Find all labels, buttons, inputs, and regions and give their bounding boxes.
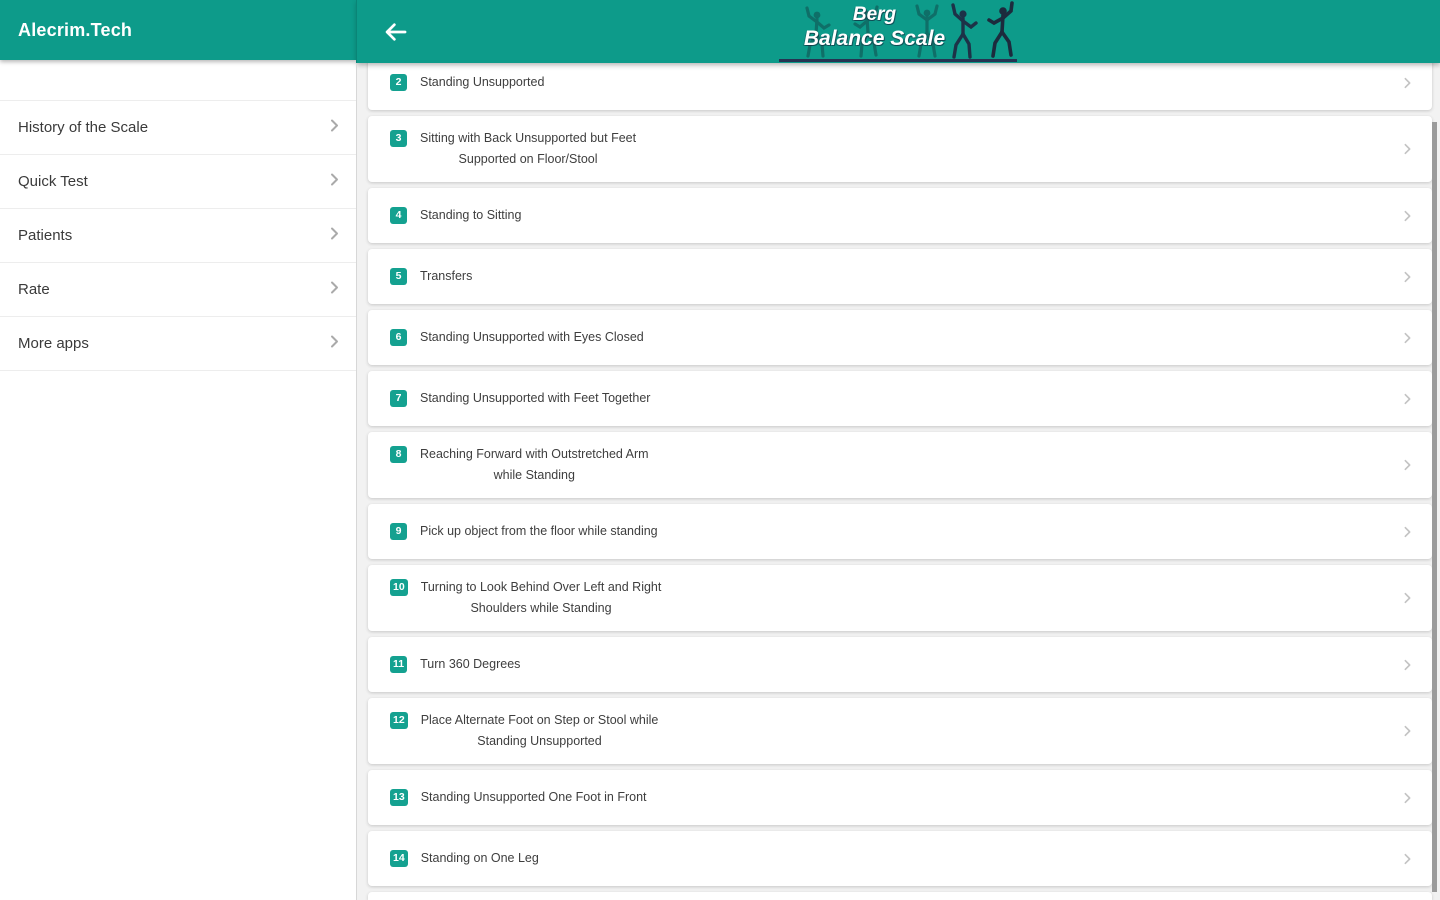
chevron-right-icon	[327, 172, 342, 191]
chevron-right-icon	[1401, 331, 1414, 344]
sidebar-item-label: Quick Test	[18, 173, 88, 190]
item-number-badge: 4	[390, 207, 407, 224]
back-button[interactable]	[378, 14, 413, 49]
chevron-right-icon	[327, 118, 342, 137]
chevron-right-icon	[1401, 270, 1414, 283]
app-title: Alecrim.Tech	[18, 19, 133, 40]
list-item[interactable]: 9 Pick up object from the floor while st…	[368, 504, 1432, 559]
item-number-badge: 2	[390, 74, 407, 91]
item-number-badge: 6	[390, 329, 407, 346]
logo-title: Berg Balance Scale	[777, 4, 973, 51]
item-number-badge: 3	[390, 130, 407, 147]
sidebar-menu-item[interactable]: Patients	[0, 208, 356, 262]
main-pane: Berg Balance Scale 2 Standing Unsupporte…	[357, 0, 1440, 900]
chevron-right-icon	[327, 334, 342, 353]
list-item[interactable]: 3 Sitting with Back Unsupported but Feet…	[368, 116, 1432, 182]
item-list: 2 Standing Unsupported 3 Sitting with Ba…	[357, 63, 1440, 900]
chevron-right-icon	[1401, 791, 1414, 804]
item-number-badge: 12	[390, 712, 408, 729]
sidebar-menu-item[interactable]: Quick Test	[0, 154, 356, 208]
item-number-badge: 13	[390, 789, 408, 806]
item-label: Transfers	[420, 269, 473, 283]
chevron-right-icon	[327, 226, 342, 245]
sidebar-menu-item[interactable]: More apps	[0, 316, 356, 371]
chevron-right-icon	[1401, 592, 1414, 605]
logo-line2: Balance Scale	[803, 27, 946, 50]
chevron-right-icon	[1401, 852, 1414, 865]
scrollbar[interactable]	[1432, 122, 1437, 892]
sidebar-item-label: Rate	[18, 281, 50, 298]
list-item[interactable]: 2 Standing Unsupported	[368, 63, 1432, 110]
item-label: Standing Unsupported	[420, 75, 545, 89]
chevron-right-icon	[1401, 459, 1414, 472]
list-item[interactable]: 12 Place Alternate Foot on Step or Stool…	[368, 698, 1432, 764]
sidebar-menu-item[interactable]: History of the Scale	[0, 100, 356, 154]
logo-underline	[778, 59, 1017, 62]
app-logo: Berg Balance Scale	[777, 0, 1021, 63]
item-label: Standing Unsupported with Feet Together	[420, 391, 651, 405]
sidebar-header: Alecrim.Tech	[0, 0, 356, 60]
app-root: Alecrim.Tech History of the Scale Quick …	[0, 0, 1440, 900]
item-label: Pick up object from the floor while stan…	[420, 524, 658, 538]
sidebar-item-label: More apps	[18, 335, 89, 352]
item-label: Reaching Forward with Outstretched Arm w…	[420, 447, 649, 482]
item-label: Sitting with Back Unsupported but Feet S…	[420, 131, 637, 166]
item-number-badge: 8	[390, 446, 407, 463]
arrow-left-icon	[382, 22, 409, 48]
item-label: Standing on One Leg	[420, 851, 539, 865]
chevron-right-icon	[1401, 725, 1414, 738]
chevron-right-icon	[1401, 209, 1414, 222]
list-item[interactable]: 10 Turning to Look Behind Over Left and …	[368, 565, 1432, 631]
item-label: Standing to Sitting	[420, 208, 522, 222]
list-item[interactable]: 7 Standing Unsupported with Feet Togethe…	[368, 371, 1432, 426]
chevron-right-icon	[1401, 392, 1414, 405]
item-label: Turning to Look Behind Over Left and Rig…	[420, 580, 662, 615]
chevron-right-icon	[1401, 76, 1414, 89]
item-number-badge: 7	[390, 390, 407, 407]
sidebar-item-label: History of the Scale	[18, 119, 149, 136]
item-number-badge: 11	[390, 656, 408, 673]
main-header: Berg Balance Scale	[357, 0, 1440, 63]
sidebar: Alecrim.Tech History of the Scale Quick …	[0, 0, 356, 900]
chevron-right-icon	[1401, 143, 1414, 156]
item-number-badge: 9	[390, 523, 407, 540]
list-item[interactable]: 14 Standing on One Leg	[368, 831, 1432, 886]
list-item[interactable]: 6 Standing Unsupported with Eyes Closed	[368, 310, 1432, 365]
item-label: Place Alternate Foot on Step or Stool wh…	[420, 713, 659, 748]
list-item[interactable]: 8 Reaching Forward with Outstretched Arm…	[368, 432, 1432, 498]
header-divider	[356, 0, 357, 63]
list-item[interactable]: 4 Standing to Sitting	[368, 188, 1432, 243]
list-item[interactable]: 13 Standing Unsupported One Foot in Fron…	[368, 770, 1432, 825]
chevron-right-icon	[1401, 658, 1414, 671]
pane-divider	[356, 0, 357, 900]
chevron-right-icon	[327, 280, 342, 299]
item-number-badge: 5	[390, 268, 407, 285]
list-item-partial	[368, 892, 1432, 900]
item-label: Turn 360 Degrees	[420, 657, 521, 671]
item-number-badge: 10	[390, 579, 408, 596]
sidebar-menu: History of the Scale Quick Test Patients	[0, 100, 356, 371]
list-item[interactable]: 5 Transfers	[368, 249, 1432, 304]
chevron-right-icon	[1401, 525, 1414, 538]
sidebar-item-label: Patients	[18, 227, 73, 244]
item-label: Standing Unsupported with Eyes Closed	[420, 330, 644, 344]
logo-line1: Berg	[852, 4, 897, 25]
item-label: Standing Unsupported One Foot in Front	[420, 790, 647, 804]
item-number-badge: 14	[390, 850, 408, 867]
list-item[interactable]: 11 Turn 360 Degrees	[368, 637, 1432, 692]
sidebar-menu-item[interactable]: Rate	[0, 262, 356, 316]
